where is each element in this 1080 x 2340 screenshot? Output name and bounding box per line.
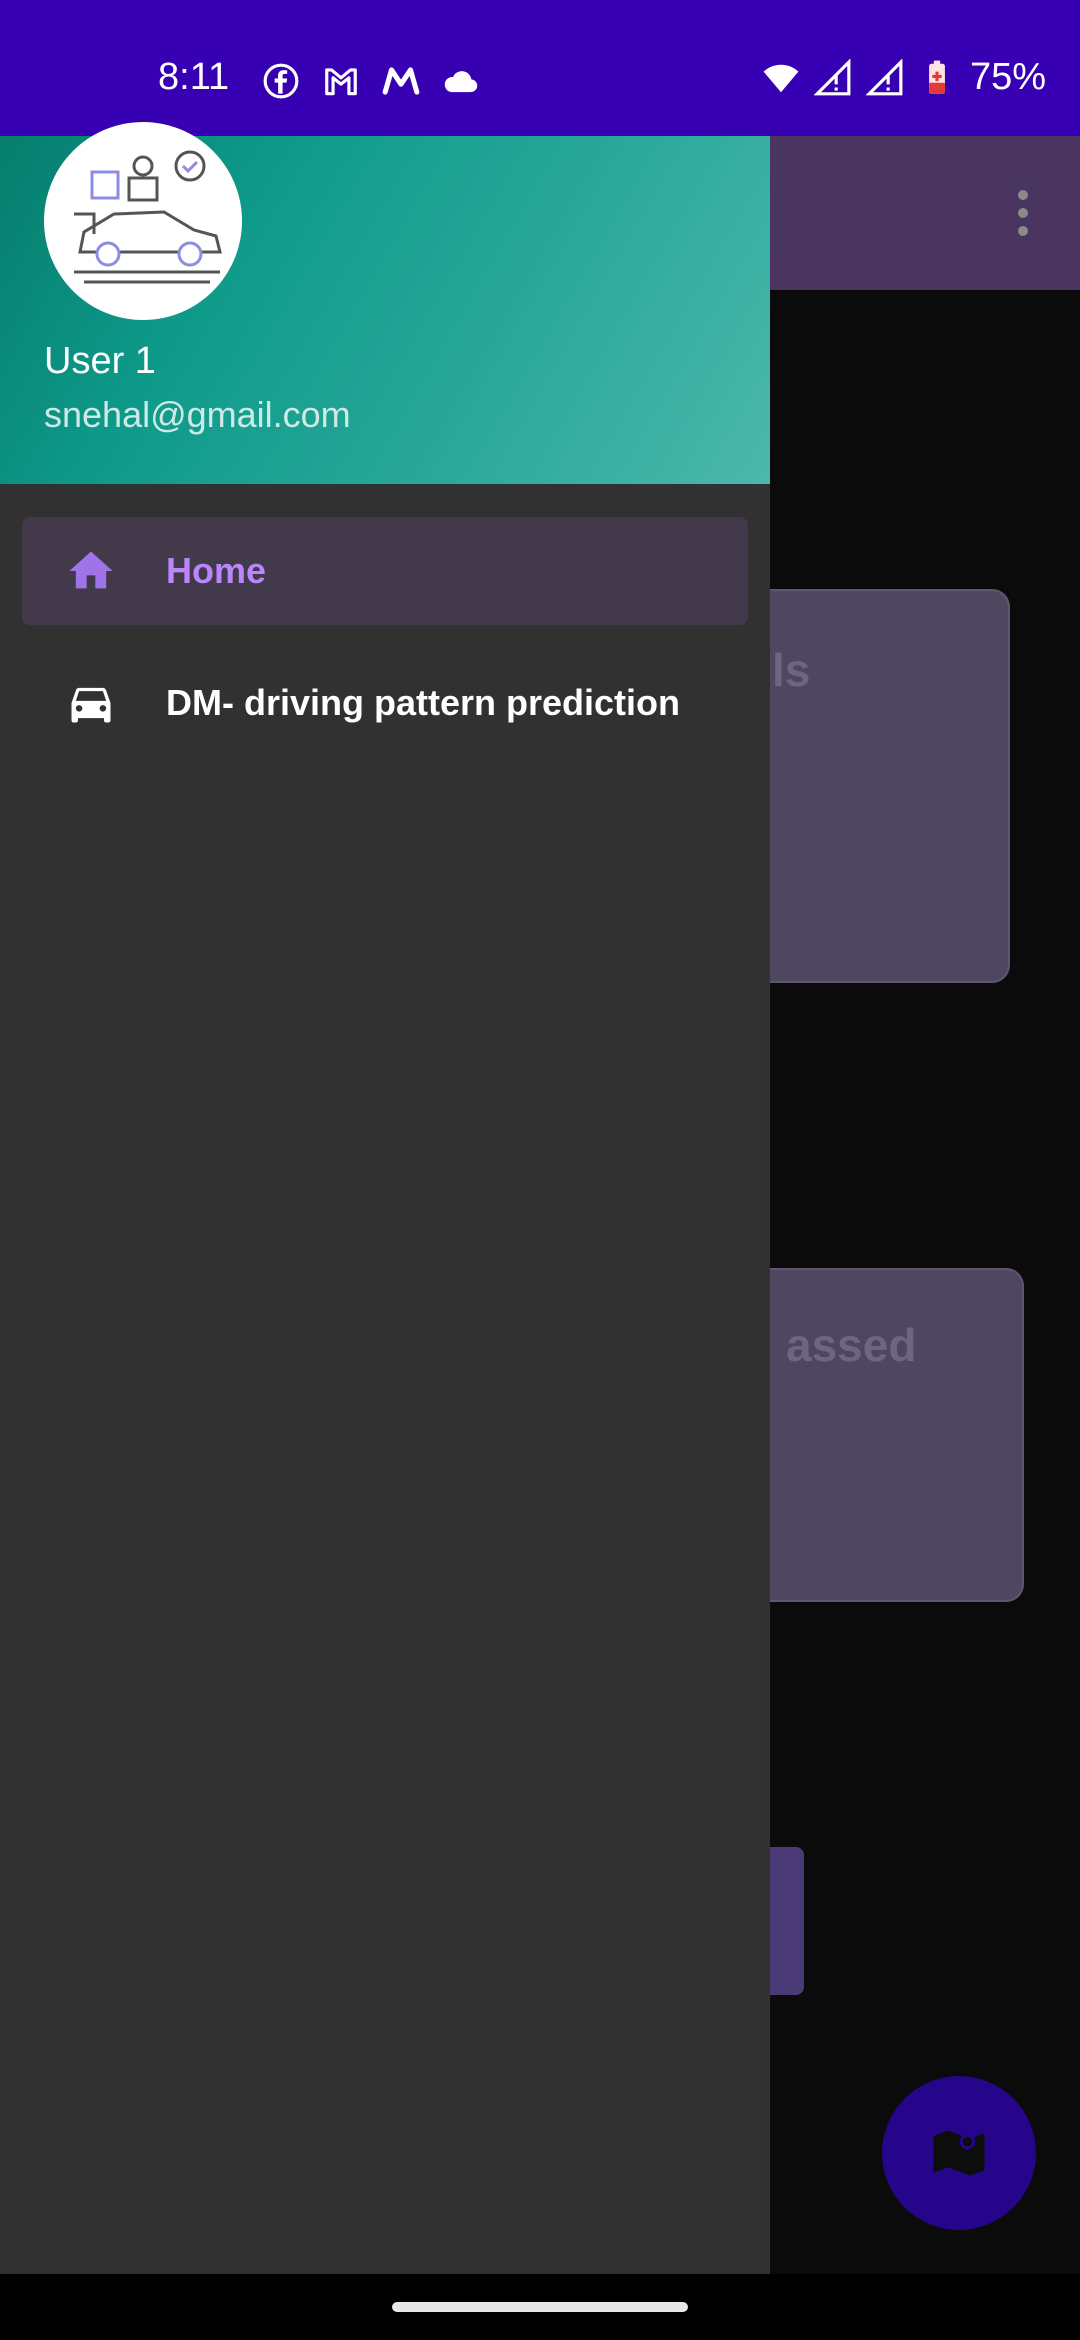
background-card-2: assed (740, 1268, 1024, 1602)
system-icons: 75% (762, 56, 1046, 99)
map-fab[interactable] (882, 2076, 1036, 2230)
background-card-2-text: assed (786, 1319, 917, 1371)
myntra-icon (382, 67, 420, 95)
background-card-1: ls (740, 589, 1010, 983)
signal-icon (865, 58, 903, 95)
wifi-icon (763, 64, 799, 92)
car-tutor-logo-icon (74, 150, 222, 284)
gmail-icon (325, 68, 357, 96)
home-icon (69, 551, 113, 589)
drawer-item-label: DM- driving pattern prediction (166, 682, 681, 723)
drawer-header: User 1 snehal@gmail.com (0, 122, 770, 484)
status-time: 8:11 (158, 56, 230, 98)
home-gesture-handle[interactable] (392, 2302, 688, 2312)
battery-percentage: 75% (969, 56, 1046, 98)
status-bar: 8:11 75% (0, 0, 1080, 136)
drawer-item-home[interactable]: Home (22, 517, 748, 625)
notification-icons (262, 62, 480, 100)
map-icon (933, 2130, 985, 2176)
car-icon (71, 687, 111, 723)
facebook-icon (263, 63, 299, 99)
cloud-icon (444, 71, 478, 93)
battery-icon (929, 60, 945, 94)
user-name: User 1 (44, 340, 156, 382)
background-card-1-text: ls (772, 644, 811, 696)
signal-icon (813, 58, 851, 95)
drawer-item-driving-pattern[interactable]: DM- driving pattern prediction (22, 649, 748, 757)
navigation-drawer: User 1 snehal@gmail.com Home DM- driving… (0, 122, 770, 2274)
user-email: snehal@gmail.com (44, 394, 351, 435)
overflow-menu-icon[interactable] (1018, 190, 1028, 244)
avatar[interactable] (44, 122, 242, 320)
drawer-item-label: Home (166, 550, 267, 591)
